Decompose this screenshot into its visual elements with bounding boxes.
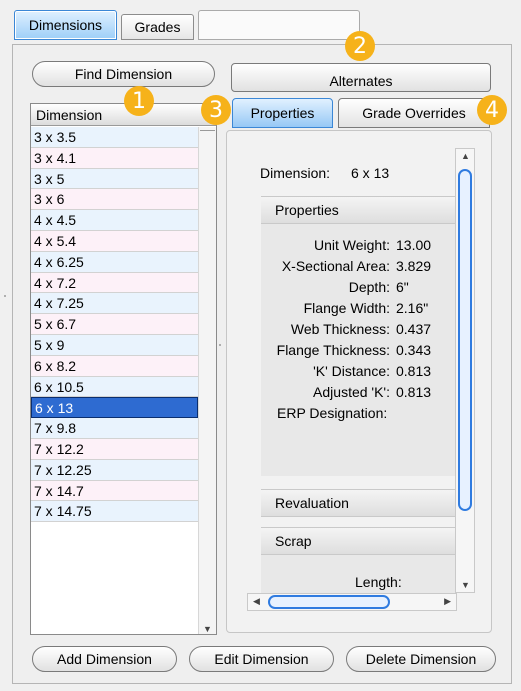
add-dimension-button[interactable]: Add Dimension [32,646,177,672]
properties-vertical-scrollbar[interactable]: ▲ ▼ [455,148,475,593]
list-item[interactable]: 6 x 8.2 [31,355,198,377]
list-item[interactable]: 4 x 5.4 [31,230,198,252]
dimension-list-scrollbar[interactable]: ▼ [198,127,216,634]
property-value: 13.00 [396,237,432,253]
list-header-dimension[interactable]: Dimension [31,104,216,126]
list-item[interactable]: 6 x 13 [31,397,198,419]
tab-properties[interactable]: Properties [232,98,333,128]
list-item[interactable]: 7 x 12.2 [31,438,198,460]
property-label: Depth: [348,279,390,295]
scrollbar-thumb[interactable] [200,127,215,131]
tab-dimensions[interactable]: Dimensions [14,10,117,40]
property-label: Flange Width: [303,300,390,316]
scrap-section-header[interactable]: Scrap [261,527,455,555]
list-item[interactable]: 6 x 10.5 [31,376,198,398]
tab-blank[interactable] [198,10,360,40]
list-item[interactable]: 5 x 9 [31,334,198,356]
revaluation-section-header[interactable]: Revaluation [261,489,455,517]
property-value: 6" [396,279,409,295]
property-value: 0.437 [396,321,432,337]
property-label: X-Sectional Area: [281,258,390,274]
property-label: 'K' Distance: [313,363,390,379]
dimension-list-body: 3 x 3.5 3 x 4.1 3 x 53 x 64 x 4.5 4 x 5.4 4 … [31,127,198,523]
property-value: 0.813 [396,363,432,379]
property-row: Web Thickness: 0.437 [261,319,455,340]
property-label: Adjusted 'K': [313,384,390,400]
scroll-right-arrow-icon[interactable]: ▶ [444,596,451,607]
scrap-length-label: Length: [355,574,402,590]
property-label: Flange Thickness: [276,342,390,358]
property-row: Flange Width: 2.16" [261,298,455,319]
horizontal-scroll-thumb[interactable] [268,595,390,609]
edit-dimension-button[interactable]: Edit Dimension [189,646,334,672]
vertical-scroll-thumb[interactable] [458,169,472,511]
properties-horizontal-scrollbar[interactable]: ◀ ▶ [247,593,457,611]
list-item[interactable]: 4 x 6.25 [31,251,198,273]
scroll-up-arrow-icon[interactable]: ▲ [461,151,470,161]
property-row: X-Sectional Area: 3.829 [261,256,455,277]
property-row: Adjusted 'K': 0.813 [261,382,455,403]
center-splitter-handle[interactable] [219,344,221,346]
list-item[interactable]: 7 x 9.8 [31,418,198,439]
scroll-down-arrow-icon[interactable]: ▼ [203,624,212,634]
scroll-left-arrow-icon[interactable]: ◀ [253,596,260,607]
list-item[interactable]: 3 x 5 [31,168,198,190]
property-row: ERP Designation: [261,403,455,424]
left-splitter-handle[interactable] [4,295,6,297]
tab-grade-overrides[interactable]: Grade Overrides [338,98,490,128]
property-value: 0.813 [396,384,432,400]
list-item[interactable]: 3 x 4.1 [31,147,198,169]
list-item[interactable]: 4 x 7.2 [31,272,198,294]
list-item[interactable]: 4 x 4.5 [31,210,198,231]
property-label: Web Thickness: [290,321,390,337]
dimension-label: Dimension: [260,165,331,181]
property-row: Flange Thickness: 0.343 [261,340,455,361]
property-value: 2.16" [396,300,429,316]
list-item[interactable]: 3 x 6 [31,189,198,211]
list-item[interactable]: 5 x 6.7 [31,314,198,335]
list-item[interactable]: 4 x 7.25 [31,293,198,315]
scroll-down-arrow-icon[interactable]: ▼ [461,580,470,590]
dimension-value: 6 x 13 [351,165,390,181]
find-dimension-button[interactable]: Find Dimension [32,61,215,87]
callout-badge-1: 1 [124,86,154,116]
list-item[interactable]: 7 x 12.25 [31,459,198,481]
property-label: ERP Designation: [277,405,388,421]
property-value: 3.829 [396,258,432,274]
list-item[interactable]: 7 x 14.75 [31,501,198,523]
property-row: Depth: 6" [261,277,455,298]
properties-section-header[interactable]: Properties [261,196,455,224]
delete-dimension-button[interactable]: Delete Dimension [346,646,496,672]
callout-badge-4: 4 [477,95,507,125]
tab-grades[interactable]: Grades [121,14,194,40]
callout-badge-3: 3 [201,95,231,125]
property-value: 0.343 [396,342,432,358]
property-label: Unit Weight: [314,237,390,253]
alternates-button[interactable]: Alternates [231,63,491,92]
list-item[interactable]: 3 x 3.5 [31,127,198,148]
dimension-list[interactable]: Dimension 3 x 3.5 3 x 4.1 3 x 53 x 64 x 4.… [30,103,217,635]
property-row: Unit Weight: 13.00 [261,235,455,256]
property-row: 'K' Distance: 0.813 [261,361,455,382]
callout-badge-2: 2 [345,31,375,61]
list-item[interactable]: 7 x 14.7 [31,480,198,502]
